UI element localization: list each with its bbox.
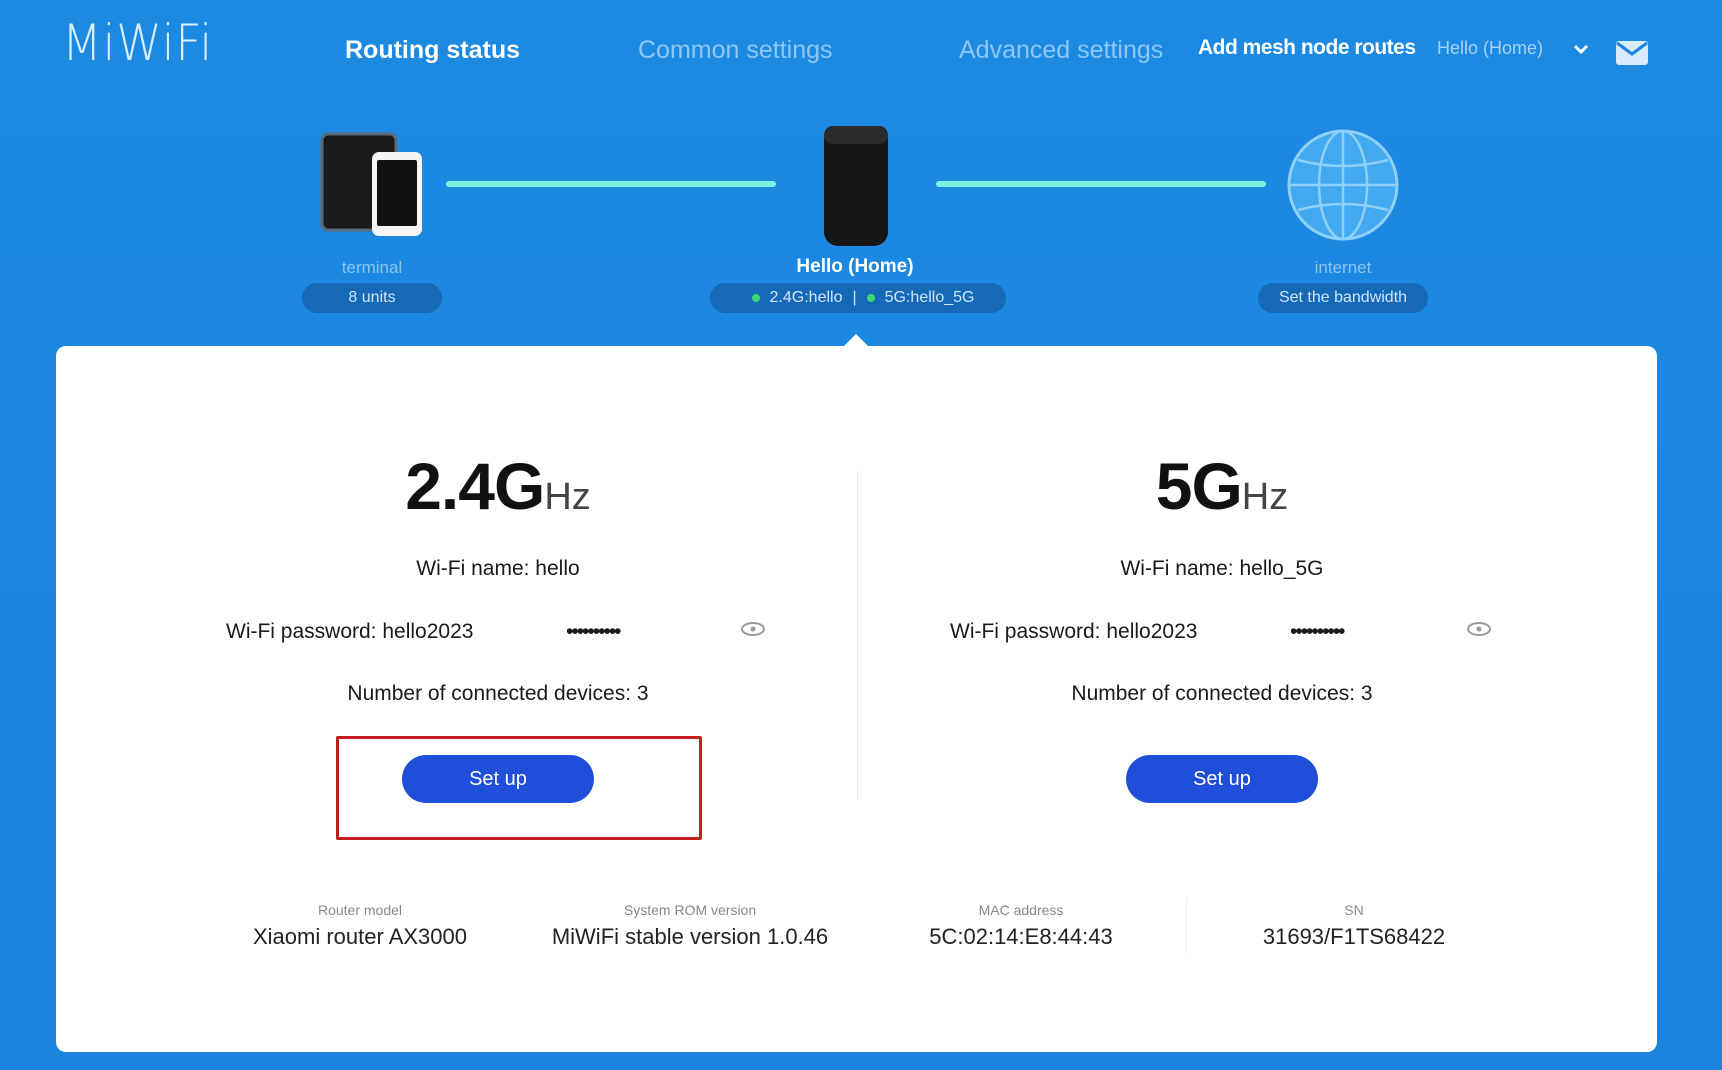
band-5-ssid: 5G:hello_5G — [884, 289, 975, 306]
info-divider — [1186, 898, 1187, 954]
info-label: MAC address — [978, 902, 1064, 918]
rom-version-info: System ROM version MiWiFi stable version… — [530, 902, 850, 950]
info-label: System ROM version — [623, 902, 757, 918]
info-value: 5C:02:14:E8:44:43 — [929, 924, 1113, 949]
frequency-unit: Hz — [544, 476, 591, 518]
band-5-wifi-name: Wi-Fi name: hello_5G — [1120, 557, 1324, 580]
terminal-router-link — [446, 181, 776, 187]
band-separator: | — [852, 289, 857, 306]
band-24-wifi-password: Wi-Fi password: hello2023 — [226, 620, 474, 643]
frequency-value: 5G — [1155, 449, 1243, 523]
highlight-box — [336, 736, 702, 840]
info-label: Router model — [317, 902, 403, 918]
frequency-value: 2.4G — [405, 449, 545, 523]
set-bandwidth-button[interactable]: Set the bandwidth — [1258, 283, 1428, 313]
globe-icon[interactable] — [1286, 128, 1400, 242]
router-bands-badge[interactable]: 2.4G:hello | 5G:hello_5G — [710, 283, 1006, 313]
status-dot-icon — [751, 294, 760, 302]
band-5-wifi-password: Wi-Fi password: hello2023 — [950, 620, 1198, 643]
internet-label: internet — [1314, 258, 1372, 277]
nav-common-settings[interactable]: Common settings — [638, 36, 833, 65]
band-24-connected-devices: Number of connected devices: 3 — [347, 682, 649, 705]
show-password-icon[interactable] — [740, 620, 766, 638]
band-24-ssid: 2.4G:hello — [769, 289, 843, 306]
add-mesh-node-link[interactable]: Add mesh node routes — [1198, 36, 1416, 60]
info-label: SN — [1344, 902, 1364, 918]
band-24-password-mask: •••••••••• — [566, 620, 622, 643]
terminal-count-badge[interactable]: 8 units — [302, 283, 442, 313]
router-internet-link — [936, 181, 1266, 187]
frequency-unit: Hz — [1241, 476, 1289, 518]
mail-icon[interactable] — [1615, 40, 1649, 66]
band-5-setup-button[interactable]: Set up — [1126, 755, 1318, 803]
router-name: Hello (Home) — [796, 256, 914, 277]
nav-routing-status[interactable]: Routing status — [345, 36, 520, 65]
router-model-info: Router model Xiaomi router AX3000 — [210, 902, 510, 950]
mac-address-info: MAC address 5C:02:14:E8:44:43 — [886, 902, 1156, 950]
info-value: Xiaomi router AX3000 — [252, 924, 468, 949]
column-divider — [857, 470, 858, 800]
band-5-frequency: 5GHz — [922, 448, 1522, 524]
info-value: MiWiFi stable version 1.0.46 — [551, 924, 829, 949]
band-24-wifi-name: Wi-Fi name: hello — [416, 557, 580, 580]
card-pointer — [842, 334, 870, 348]
user-menu[interactable]: Hello (Home) — [1437, 38, 1543, 59]
chevron-down-icon[interactable] — [1570, 38, 1592, 60]
router-icon[interactable] — [820, 124, 892, 248]
miwifi-logo: MiWiFi — [62, 14, 214, 72]
serial-number-info: SN 31693/F1TS68422 — [1216, 902, 1492, 950]
terminal-label: terminal — [341, 258, 403, 277]
show-password-icon[interactable] — [1466, 620, 1492, 638]
status-dot-icon — [866, 294, 875, 302]
nav-advanced-settings[interactable]: Advanced settings — [959, 36, 1163, 65]
band-5-connected-devices: Number of connected devices: 3 — [1071, 682, 1373, 705]
band-24-frequency: 2.4GHz — [198, 448, 798, 524]
info-value: 31693/F1TS68422 — [1262, 924, 1446, 949]
terminal-devices-icon[interactable] — [318, 130, 428, 240]
band-5-password-mask: •••••••••• — [1290, 620, 1346, 643]
